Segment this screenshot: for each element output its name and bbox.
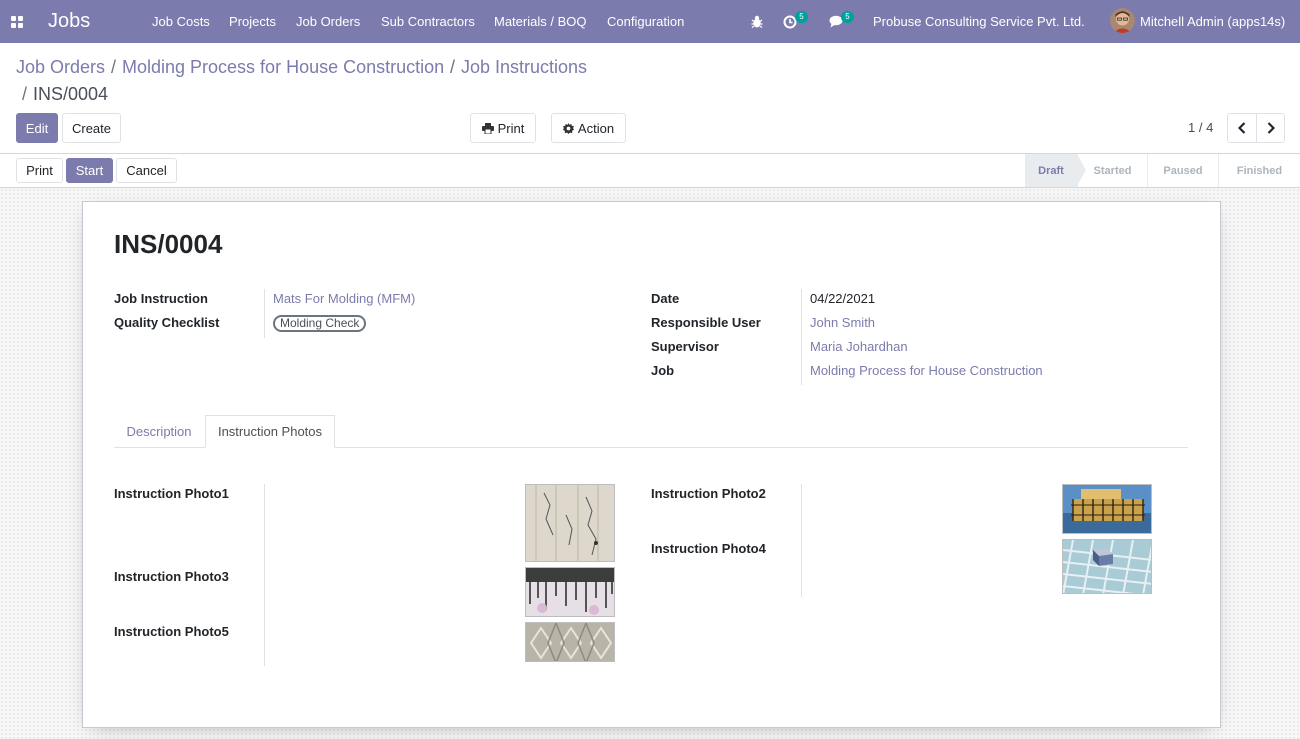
instruction-photo4-image[interactable] <box>1062 539 1152 594</box>
breadcrumb-separator: / <box>450 57 456 77</box>
photo3-label: Instruction Photo3 <box>114 569 229 584</box>
user-avatar[interactable] <box>1110 8 1135 33</box>
print-dropdown-button[interactable]: Print <box>470 113 536 143</box>
photo1-label: Instruction Photo1 <box>114 486 229 501</box>
field-divider <box>801 484 802 597</box>
stage-statusbar: Draft Started Paused Finished <box>1025 154 1300 187</box>
menu-job-orders[interactable]: Job Orders <box>296 0 360 43</box>
apps-menu-icon[interactable] <box>11 0 25 43</box>
menu-sub-contractors[interactable]: Sub Contractors <box>381 0 475 43</box>
breadcrumb-current: INS/0004 <box>33 84 109 104</box>
form-sheet <box>82 201 1221 728</box>
menu-configuration[interactable]: Configuration <box>607 0 684 43</box>
instruction-photo2-image[interactable] <box>1062 484 1152 534</box>
stage-started-label: Started <box>1093 164 1132 177</box>
stage-finished[interactable]: Finished <box>1218 154 1300 187</box>
print-icon <box>481 122 494 134</box>
instruction-photo5-image[interactable] <box>525 622 615 662</box>
breadcrumb-job-orders[interactable]: Job Orders <box>16 57 105 78</box>
breadcrumb-separator: / <box>111 57 117 77</box>
date-value: 04/22/2021 <box>810 291 876 306</box>
job-instruction-label: Job Instruction <box>114 291 208 306</box>
menu-job-costs[interactable]: Job Costs <box>152 0 210 43</box>
create-button[interactable]: Create <box>62 113 121 143</box>
photo4-label: Instruction Photo4 <box>651 541 766 556</box>
top-navbar: Jobs Job Costs Projects Job Orders Sub C… <box>0 0 1300 43</box>
instruction-photo3-image[interactable] <box>525 567 615 617</box>
breadcrumb-job-instructions[interactable]: Job Instructions <box>461 57 587 78</box>
menu-materials-boq[interactable]: Materials / BOQ <box>494 0 586 43</box>
action-label: Action <box>577 120 615 136</box>
field-divider <box>801 289 802 385</box>
gear-icon <box>562 122 574 134</box>
job-value[interactable]: Molding Process for House Construction <box>810 363 1043 378</box>
chevron-right-icon <box>1267 122 1275 134</box>
stage-paused-label: Paused <box>1163 164 1203 177</box>
pager-previous-button[interactable] <box>1227 113 1257 143</box>
job-label: Job <box>651 363 675 378</box>
cancel-button[interactable]: Cancel <box>116 158 177 183</box>
debug-bug-icon[interactable] <box>751 0 765 43</box>
responsible-user-value[interactable]: John Smith <box>810 315 875 330</box>
record-title: INS/0004 <box>114 229 223 259</box>
action-dropdown-button[interactable]: Action <box>551 113 626 143</box>
quality-checklist-tag[interactable]: Molding Check <box>273 315 367 332</box>
edit-button[interactable]: Edit <box>16 113 58 143</box>
supervisor-value[interactable]: Maria Johardhan <box>810 339 908 354</box>
company-switcher[interactable]: Probuse Consulting Service Pvt. Ltd. <box>873 0 1085 43</box>
date-label: Date <box>651 291 680 306</box>
tab-description[interactable]: Description <box>114 415 204 448</box>
job-instruction-value[interactable]: Mats For Molding (MFM) <box>273 291 415 306</box>
chevron-left-icon <box>1238 122 1246 134</box>
photo2-label: Instruction Photo2 <box>651 486 766 501</box>
instruction-photo1-image[interactable] <box>525 484 615 562</box>
message-count-badge: 5 <box>841 11 854 23</box>
stage-started[interactable]: Started <box>1077 154 1147 187</box>
activity-count-badge: 5 <box>795 11 808 23</box>
supervisor-label: Supervisor <box>651 339 719 354</box>
quality-checklist-label: Quality Checklist <box>114 315 220 330</box>
field-divider <box>264 484 265 666</box>
photo5-label: Instruction Photo5 <box>114 624 229 639</box>
responsible-user-label: Responsible User <box>651 315 761 330</box>
print-label: Print <box>497 120 525 136</box>
stage-draft-label: Draft <box>1038 164 1064 177</box>
stage-paused[interactable]: Paused <box>1147 154 1218 187</box>
user-menu[interactable]: Mitchell Admin (apps14s) <box>1140 0 1285 43</box>
status-print-button[interactable]: Print <box>16 158 63 183</box>
tab-instruction-photos[interactable]: Instruction Photos <box>205 415 335 448</box>
breadcrumb-molding-process[interactable]: Molding Process for House Construction <box>122 57 444 78</box>
stage-draft[interactable]: Draft <box>1025 154 1086 187</box>
pager-next-button[interactable] <box>1256 113 1285 143</box>
breadcrumb-separator: / <box>22 84 28 104</box>
pager-value[interactable]: 1 / 4 <box>1188 120 1213 135</box>
menu-projects[interactable]: Projects <box>229 0 276 43</box>
field-divider <box>264 289 265 338</box>
app-name[interactable]: Jobs <box>48 0 90 43</box>
stage-finished-label: Finished <box>1236 164 1283 177</box>
start-button[interactable]: Start <box>66 158 113 183</box>
